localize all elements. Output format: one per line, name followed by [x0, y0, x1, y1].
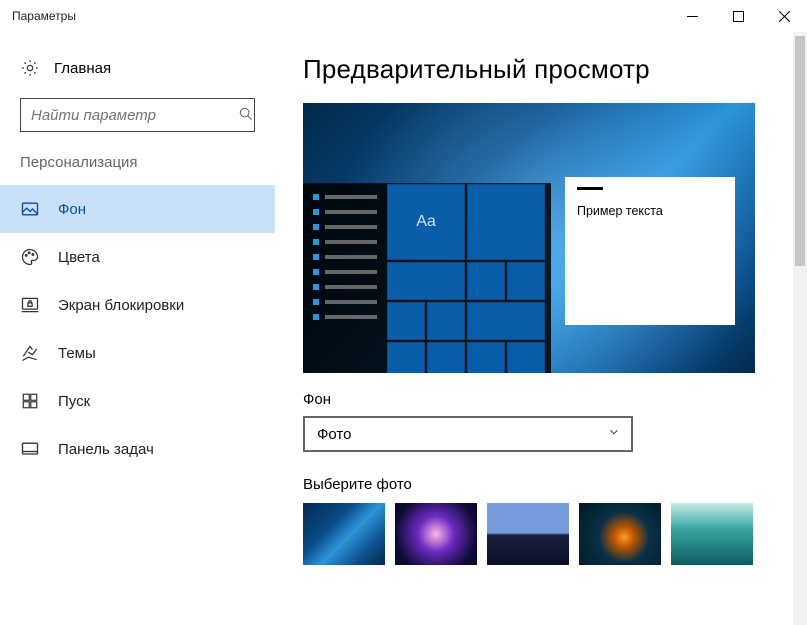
search-icon: [238, 106, 254, 125]
sidebar-item-themes[interactable]: Темы: [0, 329, 275, 377]
preview-area: Aa Пример текста: [303, 103, 755, 373]
sample-text: Пример текста: [577, 204, 663, 218]
sidebar-item-taskbar[interactable]: Панель задач: [0, 425, 275, 473]
chevron-down-icon: [607, 425, 621, 443]
sidebar-item-label: Пуск: [58, 393, 90, 410]
photo-thumb[interactable]: [579, 503, 661, 565]
sidebar-item-start[interactable]: Пуск: [0, 377, 275, 425]
photo-thumb[interactable]: [303, 503, 385, 565]
preview-tile-aa: Aa: [387, 184, 465, 260]
page-title: Предварительный просмотр: [303, 54, 779, 85]
sidebar-item-label: Темы: [58, 345, 96, 362]
dropdown-value: Фото: [317, 426, 351, 443]
vertical-scrollbar[interactable]: [793, 32, 807, 625]
sidebar-item-background[interactable]: Фон: [0, 185, 275, 233]
taskbar-icon: [20, 439, 40, 459]
background-label: Фон: [303, 391, 779, 408]
sidebar-home[interactable]: Главная: [0, 50, 275, 92]
photo-thumbnails: [303, 503, 779, 565]
photo-thumb[interactable]: [487, 503, 569, 565]
gear-icon: [20, 58, 40, 78]
dash-icon: [577, 187, 603, 190]
sidebar-home-label: Главная: [54, 60, 111, 77]
lockscreen-icon: [20, 295, 40, 315]
choose-photo-label: Выберите фото: [303, 476, 779, 493]
search-input-wrapper[interactable]: [20, 98, 255, 132]
sidebar-section-label: Персонализация: [0, 150, 275, 185]
sidebar-item-lockscreen[interactable]: Экран блокировки: [0, 281, 275, 329]
background-dropdown[interactable]: Фото: [303, 416, 633, 452]
preview-start-menu: Aa: [303, 183, 551, 373]
picture-icon: [20, 199, 40, 219]
content-area: Главная Персонализация Фон: [0, 32, 807, 625]
sidebar: Главная Персонализация Фон: [0, 32, 275, 625]
window-controls: [669, 0, 807, 32]
preview-app-list: [303, 184, 387, 373]
close-button[interactable]: [761, 0, 807, 32]
palette-icon: [20, 247, 40, 267]
scrollbar-thumb[interactable]: [795, 36, 805, 266]
titlebar: Параметры: [0, 0, 807, 32]
sidebar-item-label: Панель задач: [58, 441, 154, 458]
search-input[interactable]: [31, 107, 232, 124]
photo-thumb[interactable]: [671, 503, 753, 565]
sidebar-item-label: Цвета: [58, 249, 100, 266]
preview-sample-window: Пример текста: [565, 177, 735, 325]
minimize-button[interactable]: [669, 0, 715, 32]
themes-icon: [20, 343, 40, 363]
sidebar-item-label: Фон: [58, 201, 86, 218]
window-title: Параметры: [12, 9, 76, 23]
sidebar-item-label: Экран блокировки: [58, 297, 184, 314]
maximize-button[interactable]: [715, 0, 761, 32]
preview-tiles: Aa: [387, 184, 551, 373]
photo-thumb[interactable]: [395, 503, 477, 565]
start-icon: [20, 391, 40, 411]
sidebar-item-colors[interactable]: Цвета: [0, 233, 275, 281]
main-pane: Предварительный просмотр Aa: [275, 32, 807, 625]
